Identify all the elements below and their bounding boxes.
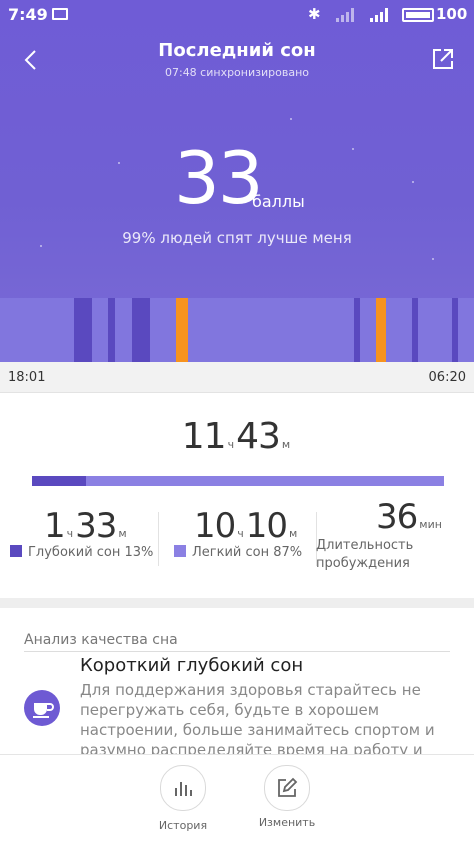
star-decoration: [290, 118, 292, 120]
awake-minutes: 36: [376, 497, 418, 537]
star-decoration: [118, 162, 120, 164]
total-hours: 11: [181, 416, 227, 457]
deep-minutes: 33: [75, 506, 117, 546]
deep-sleep-segment: [108, 298, 115, 362]
total-hours-unit: ч: [227, 438, 235, 451]
deep-sleep-swatch: [10, 545, 22, 557]
battery-level: 100: [436, 5, 468, 23]
sleep-hero: 7:49 ✱ 100 Последний сон 07:48 синхрониз…: [0, 0, 474, 362]
status-bar: 7:49 ✱ 100: [0, 0, 474, 30]
analysis-text: Для поддержания здоровья старайтесь не п…: [80, 681, 435, 759]
coffee-cup-icon: [33, 703, 54, 718]
bluetooth-icon: ✱: [308, 5, 321, 23]
timeline-axis: 18:01 06:20: [0, 362, 474, 393]
awake-legend: Длительность пробуждения: [316, 537, 413, 573]
light-sleep-label: Легкий сон 87%: [192, 545, 303, 560]
divider: [24, 651, 450, 652]
total-minutes-unit: м: [281, 438, 291, 451]
deep-sleep-segment: [132, 298, 150, 362]
deep-hours-unit: ч: [66, 527, 74, 540]
light-sleep-legend: Легкий сон 87%: [174, 545, 302, 560]
sleep-score: 33: [174, 136, 264, 220]
edit-icon: [278, 777, 298, 797]
sleep-timeline: [0, 298, 474, 362]
sync-status: 07:48 синхронизировано: [164, 66, 309, 79]
sleep-score-unit: баллы: [252, 192, 305, 211]
deep-hours: 1: [44, 506, 66, 546]
awake-label-line1: Длительность: [316, 538, 414, 553]
bar-chart-icon: [175, 782, 192, 796]
battery-icon: [402, 8, 434, 22]
sleep-start-time: 18:01: [8, 370, 46, 385]
deep-sleep-segment: [412, 298, 418, 362]
bottom-nav: История Изменить: [0, 754, 474, 843]
signal-icon: [370, 8, 392, 22]
deep-sleep-label: Глубокий сон 13%: [28, 545, 154, 560]
edit-label: Изменить: [258, 816, 316, 829]
light-sleep-duration: 10 ч10 м: [194, 506, 299, 546]
star-decoration: [412, 181, 414, 183]
sleep-end-time: 06:20: [428, 370, 466, 385]
awake-duration: 36 мин: [376, 497, 444, 537]
light-sleep-swatch: [174, 545, 186, 557]
total-sleep-duration: 11 ч43 м: [0, 416, 474, 457]
star-decoration: [352, 148, 354, 150]
share-button[interactable]: [430, 46, 456, 72]
signal-icon: [336, 8, 358, 22]
light-hours-unit: ч: [237, 527, 244, 540]
deep-sleep-duration: 1 ч33 м: [44, 506, 129, 546]
share-icon: [433, 49, 453, 69]
deep-minutes-unit: м: [118, 527, 127, 540]
star-decoration: [432, 258, 434, 260]
awake-minutes-unit: мин: [419, 518, 442, 531]
deep-sleep-ratio: [32, 476, 86, 486]
awake-segment: [176, 298, 188, 362]
light-minutes: 10: [245, 506, 288, 546]
sleep-ratio-bar: [32, 476, 444, 486]
deep-sleep-segment: [452, 298, 458, 362]
divider: [158, 512, 159, 566]
gallery-icon: [52, 8, 68, 20]
light-minutes-unit: м: [289, 527, 298, 540]
edit-button[interactable]: [264, 765, 310, 811]
page-title: Последний сон: [158, 40, 316, 61]
deep-sleep-legend: Глубокий сон 13%: [10, 545, 153, 560]
history-label: История: [158, 819, 208, 832]
score-comparison: 99% людей спят лучше меня: [122, 229, 352, 247]
status-time: 7:49: [8, 5, 48, 24]
analysis-icon-badge: [24, 690, 60, 726]
analysis-title: Короткий глубокий сон: [80, 655, 304, 676]
awake-segment: [376, 298, 386, 362]
section-separator: [0, 598, 474, 608]
analysis-header: Анализ качества сна: [24, 632, 178, 648]
history-button[interactable]: [160, 765, 206, 811]
awake-label-line2: пробуждения: [316, 556, 410, 571]
total-minutes: 43: [236, 416, 281, 457]
deep-sleep-segment: [74, 298, 92, 362]
light-hours: 10: [194, 506, 236, 546]
deep-sleep-segment: [354, 298, 360, 362]
